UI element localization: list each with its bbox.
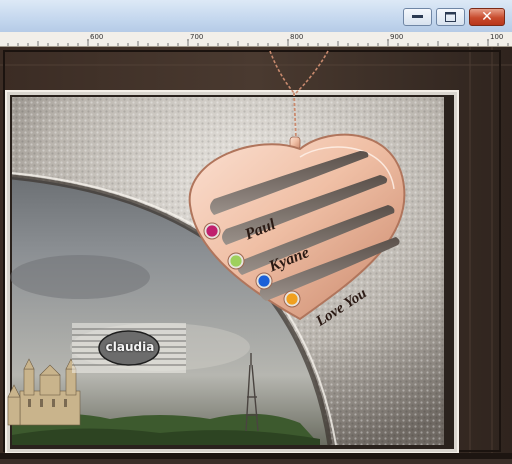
image-canvas[interactable]: claudia Paul Kyane Love You bbox=[0, 47, 512, 459]
ruler-label: 900 bbox=[390, 33, 404, 41]
image-editor-window: ✕ 600 700 800 900 100 claudia Paul Kyane… bbox=[0, 0, 512, 459]
close-button[interactable]: ✕ bbox=[469, 8, 505, 26]
ruler-label: 600 bbox=[90, 33, 104, 41]
minimize-button[interactable] bbox=[403, 8, 432, 26]
ruler-label: 800 bbox=[290, 33, 304, 41]
artwork bbox=[0, 47, 512, 459]
title-bar[interactable]: ✕ bbox=[0, 0, 512, 33]
ruler-label: 100 bbox=[490, 33, 504, 41]
watermark-text: claudia bbox=[105, 340, 155, 354]
maximize-button[interactable] bbox=[436, 8, 465, 26]
maximize-icon bbox=[445, 12, 456, 22]
close-icon: ✕ bbox=[481, 9, 493, 25]
minimize-icon bbox=[412, 15, 423, 18]
ruler-label: 700 bbox=[190, 33, 204, 41]
horizontal-ruler[interactable]: 600 700 800 900 100 bbox=[0, 32, 512, 47]
canvas-bottom-edge bbox=[0, 453, 512, 459]
ruler-ticks bbox=[7, 39, 509, 46]
